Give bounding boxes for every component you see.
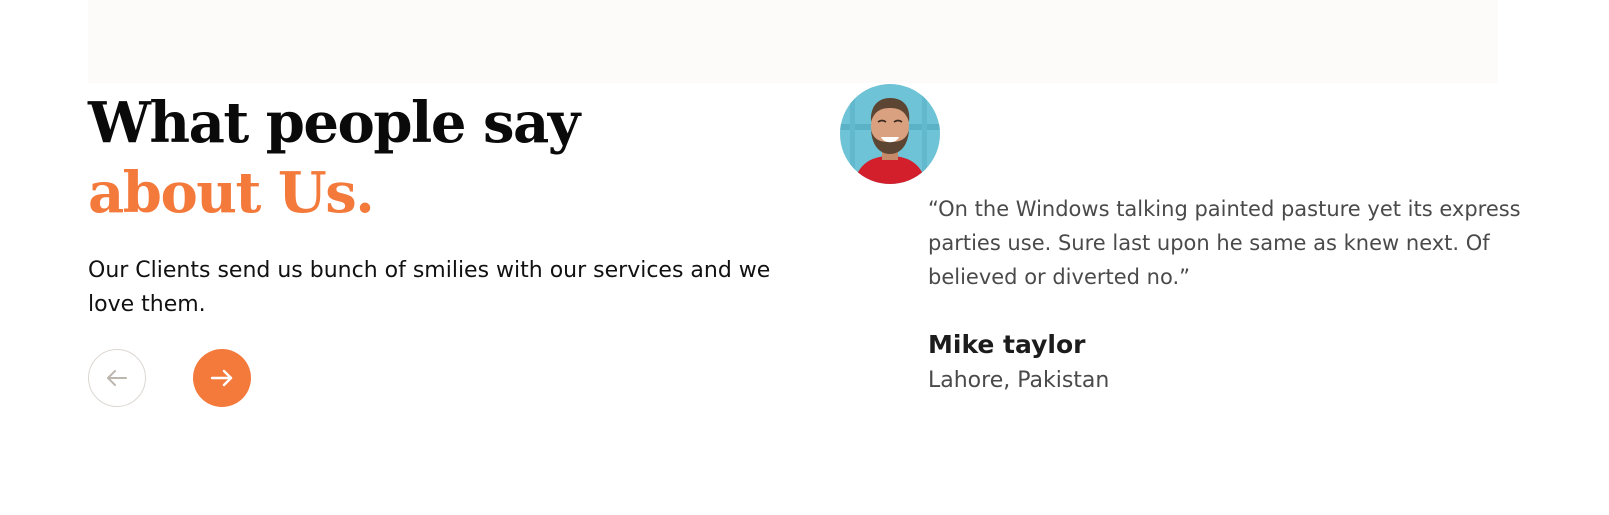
testimonial-author-name: Mike taylor (928, 330, 1086, 359)
section-intro-text: Our Clients send us bunch of smilies wit… (88, 258, 771, 317)
top-banner-background (88, 0, 1498, 83)
testimonials-intro: What people say about Us. Our Clients se… (88, 88, 788, 407)
previous-testimonial-button[interactable] (88, 349, 146, 407)
next-testimonial-button[interactable] (193, 349, 251, 407)
carousel-navigation (88, 349, 288, 409)
avatar-photo (840, 84, 940, 184)
testimonial-quote: “On the Windows talking painted pasture … (928, 197, 1521, 289)
testimonial-content: “On the Windows talking painted pasture … (928, 192, 1548, 398)
arrow-left-icon (107, 370, 127, 386)
arrow-right-icon (210, 369, 233, 387)
testimonial-avatar (840, 84, 940, 184)
testimonial-author-location: Lahore, Pakistan (928, 368, 1110, 393)
heading-line-accent: about Us. (88, 160, 375, 226)
heading-line-primary: What people say (88, 90, 580, 156)
section-heading: What people say about Us. (88, 88, 788, 228)
